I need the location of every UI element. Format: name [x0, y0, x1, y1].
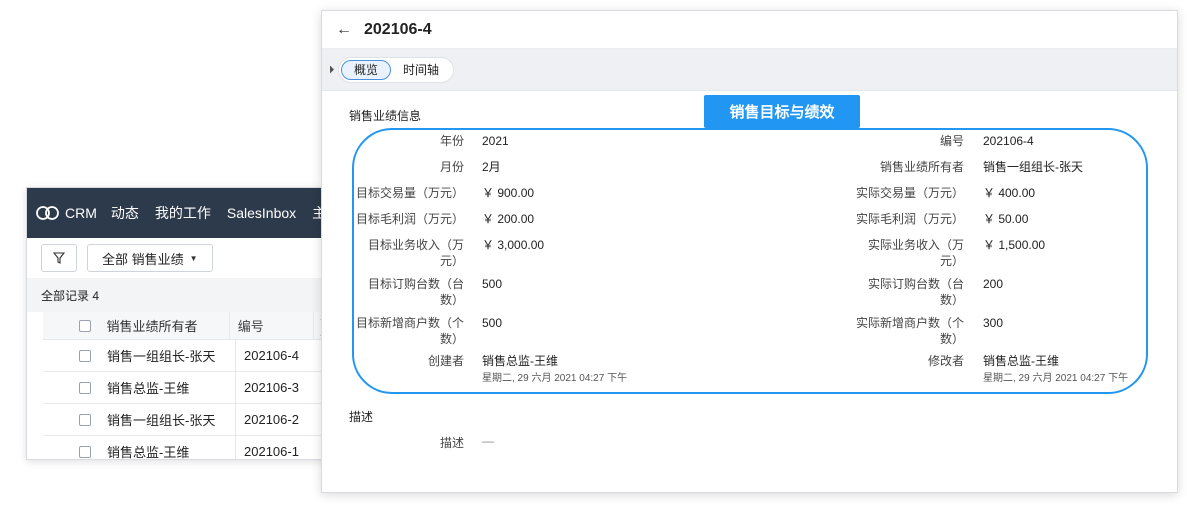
detail-tabs-bar: 概览 时间轴: [322, 49, 1177, 91]
view-select-label: 全部 销售业绩: [102, 251, 184, 267]
back-arrow-icon[interactable]: ←: [336, 21, 352, 39]
field-value-group: 销售总监-王维 星期二, 29 六月 2021 04:27 下午: [983, 353, 1128, 387]
cell-owner[interactable]: 销售一组组长-张天: [107, 410, 235, 429]
crm-logo[interactable]: CRM: [35, 205, 97, 221]
field-modified-by: 修改者 销售总监-王维 星期二, 29 六月 2021 04:27 下午: [322, 353, 1128, 385]
list-toolbar: 全部 销售业绩 ▼: [27, 238, 345, 278]
field-number: 编号 202106-4: [322, 133, 1034, 149]
field-label: 实际业务收入（万元）: [867, 238, 964, 268]
modifier-name[interactable]: 销售总监-王维: [983, 354, 1059, 368]
field-actual-new-merchants: 实际新增商户数（个数） 300: [322, 315, 1003, 347]
tab-timeline[interactable]: 时间轴: [391, 60, 451, 80]
crm-list-window: CRM 动态 我的工作 SalesInbox 主页 全部 销售业绩 ▼ 全部记录…: [26, 187, 346, 460]
cell-number: 202106-2: [235, 404, 323, 435]
panel-toggle-icon[interactable]: [330, 65, 334, 74]
field-actual-gross-profit: 实际毛利润（万元） ￥ 50.00: [322, 211, 1028, 227]
field-value[interactable]: 销售一组组长-张天: [983, 159, 1083, 175]
row-checkbox[interactable]: [79, 445, 91, 458]
row-checkbox[interactable]: [79, 413, 91, 426]
row-checkbox[interactable]: [79, 381, 91, 394]
field-actual-revenue: 实际业务收入（万元） ￥ 1,500.00: [322, 237, 1045, 269]
cell-number: 202106-4: [235, 340, 323, 371]
cell-number: 202106-1: [235, 436, 323, 459]
field-value: 200: [983, 277, 1004, 291]
record-count-bar: 全部记录 4: [27, 278, 345, 312]
row-checkbox[interactable]: [79, 349, 91, 362]
nav-item-activity[interactable]: 动态: [111, 203, 139, 223]
record-title: 202106-4: [364, 20, 432, 38]
field-owner: 销售业绩所有者 销售一组组长-张天: [322, 159, 1083, 175]
table-row[interactable]: 销售一组组长-张天 202106-2 2: [43, 404, 345, 436]
column-header-owner[interactable]: 销售业绩所有者: [107, 316, 229, 335]
field-label: 修改者: [927, 354, 964, 368]
select-all-checkbox[interactable]: [79, 319, 91, 332]
records-table: 销售业绩所有者 编号 年份 销售一组组长-张天 202106-4 2 销售总监-…: [27, 310, 345, 459]
record-count: 全部记录 4: [41, 288, 100, 303]
tab-group: 概览 时间轴: [338, 56, 455, 83]
field-value: ￥ 400.00: [983, 186, 1036, 200]
view-select[interactable]: 全部 销售业绩 ▼: [87, 244, 213, 272]
crm-logo-icon: [36, 206, 59, 220]
chevron-down-icon: ▼: [189, 253, 198, 263]
filter-icon: [53, 252, 65, 264]
field-value: ￥ 1,500.00: [983, 238, 1046, 252]
field-label: 实际交易量（万元）: [855, 186, 964, 200]
field-actual-units: 实际订购台数（台数） 200: [322, 276, 1003, 308]
crm-brand-label: CRM: [65, 205, 97, 221]
cell-owner[interactable]: 销售总监-王维: [107, 378, 235, 397]
column-header-number[interactable]: 编号: [228, 312, 313, 339]
filter-button[interactable]: [41, 244, 77, 272]
tab-overview[interactable]: 概览: [341, 59, 392, 80]
table-header-row: 销售业绩所有者 编号 年份: [43, 310, 345, 344]
description-label: 描述: [439, 436, 464, 450]
cell-number: 202106-3: [235, 372, 323, 403]
nav-item-my-work[interactable]: 我的工作: [155, 203, 211, 223]
field-actual-volume: 实际交易量（万元） ￥ 400.00: [322, 185, 1035, 201]
description-value[interactable]: —: [482, 434, 494, 448]
field-label: 销售业绩所有者: [879, 160, 964, 174]
field-value: ￥ 50.00: [983, 212, 1029, 226]
field-value: 202106-4: [983, 134, 1034, 148]
field-label: 实际新增商户数（个数）: [855, 316, 964, 346]
highlight-banner: 销售目标与绩效: [704, 95, 860, 128]
cell-owner[interactable]: 销售总监-王维: [107, 442, 235, 459]
detail-header: ← 202106-4: [322, 11, 1177, 49]
table-row[interactable]: 销售总监-王维 202106-3 2: [43, 372, 345, 404]
modified-timestamp: 星期二, 29 六月 2021 04:27 下午: [983, 373, 1129, 384]
section-title-sales-performance: 销售业绩信息: [349, 109, 422, 123]
crm-top-nav: CRM 动态 我的工作 SalesInbox 主页: [27, 188, 345, 238]
section-title-description: 描述: [349, 410, 374, 424]
field-label: 实际毛利润（万元）: [855, 212, 964, 226]
field-label: 实际订购台数（台数）: [867, 277, 964, 307]
field-label: 编号: [939, 134, 964, 148]
nav-item-salesinbox[interactable]: SalesInbox: [227, 205, 296, 221]
field-value: 300: [983, 316, 1004, 330]
table-row[interactable]: 销售一组组长-张天 202106-4 2: [43, 340, 345, 372]
record-detail-window: ← 202106-4 概览 时间轴 销售业绩信息 销售目标与绩效 年份 2021…: [321, 10, 1178, 493]
table-row[interactable]: 销售总监-王维 202106-1 2: [43, 436, 345, 459]
cell-owner[interactable]: 销售一组组长-张天: [107, 346, 235, 365]
